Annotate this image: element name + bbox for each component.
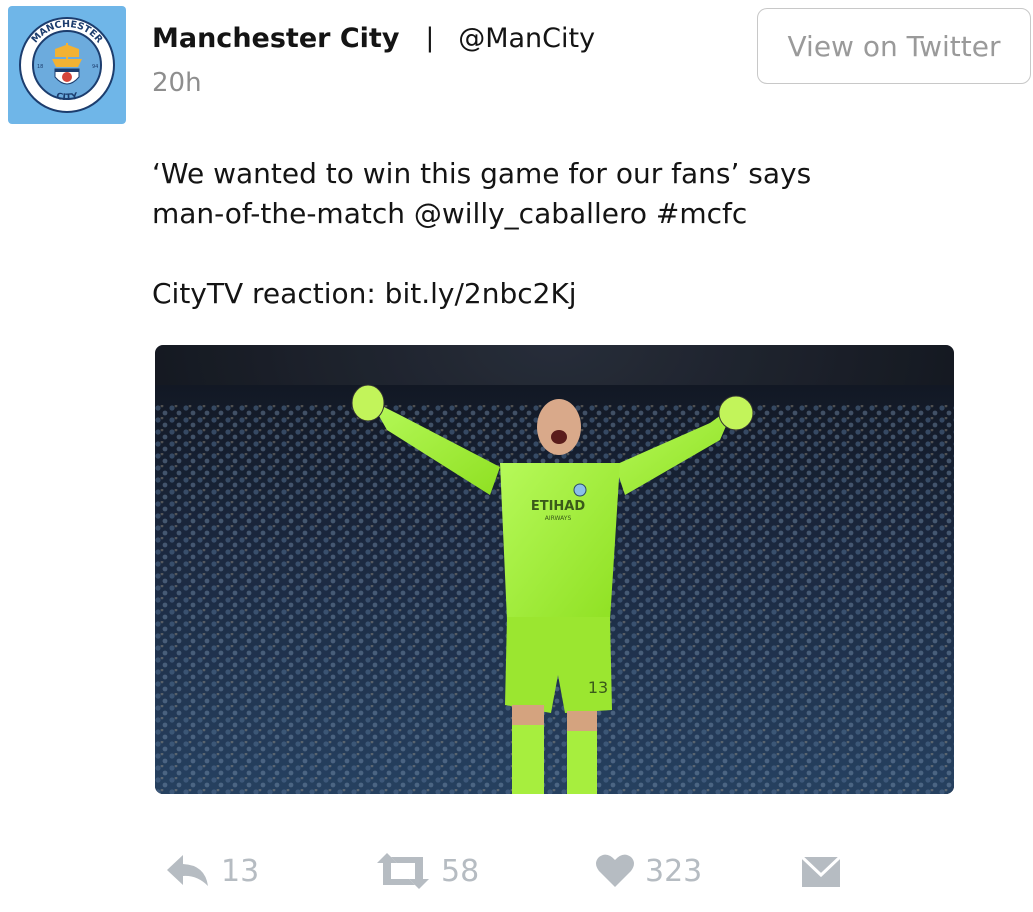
tweet-author: Manchester City | @ManCity — [152, 18, 595, 58]
direct-message-action[interactable] — [800, 848, 842, 894]
svg-text:CITY: CITY — [55, 92, 79, 104]
timestamp[interactable]: 20h — [152, 68, 202, 98]
like-action[interactable]: 323 — [595, 848, 702, 894]
tweet-line-3: CityTV reaction: bit.ly/2nbc2Kj — [152, 277, 577, 310]
badge-text-bottom: CITY — [55, 92, 79, 104]
like-count: 323 — [645, 853, 703, 889]
envelope-icon — [800, 855, 842, 887]
view-on-twitter-button[interactable]: View on Twitter — [757, 8, 1031, 84]
reply-icon — [167, 855, 208, 886]
goalkeeper-celebration-image: ETIHAD AIRWAYS 13 — [155, 345, 954, 794]
retweet-action[interactable]: 58 — [375, 848, 479, 894]
jersey-sponsor: ETIHAD — [531, 499, 586, 514]
heart-icon — [596, 854, 634, 887]
badge-year-right: 94 — [92, 64, 98, 70]
jersey-sponsor-sub: AIRWAYS — [545, 515, 572, 522]
tweet-line-1: ‘We wanted to win this game for our fans… — [152, 157, 812, 190]
tweet-photo[interactable]: ETIHAD AIRWAYS 13 — [155, 345, 954, 794]
shorts-number: 13 — [588, 678, 608, 697]
reply-action[interactable]: 13 — [165, 848, 259, 894]
manchester-city-badge-icon: MANCHESTER CITY 18 94 — [19, 17, 115, 113]
display-name[interactable]: Manchester City — [152, 23, 399, 54]
retweet-count: 58 — [441, 853, 480, 889]
avatar[interactable]: MANCHESTER CITY 18 94 — [8, 6, 126, 124]
tweet-actions: 13 58 323 — [0, 848, 1033, 894]
tweet-line-2: man-of-the-match @willy_caballero #mcfc — [152, 197, 748, 230]
reply-count: 13 — [221, 853, 260, 889]
badge-year-left: 18 — [37, 64, 43, 70]
tweet-text: ‘We wanted to win this game for our fans… — [152, 154, 992, 314]
name-separator: | — [425, 23, 435, 53]
retweet-icon — [377, 853, 429, 889]
user-handle[interactable]: @ManCity — [458, 23, 595, 54]
